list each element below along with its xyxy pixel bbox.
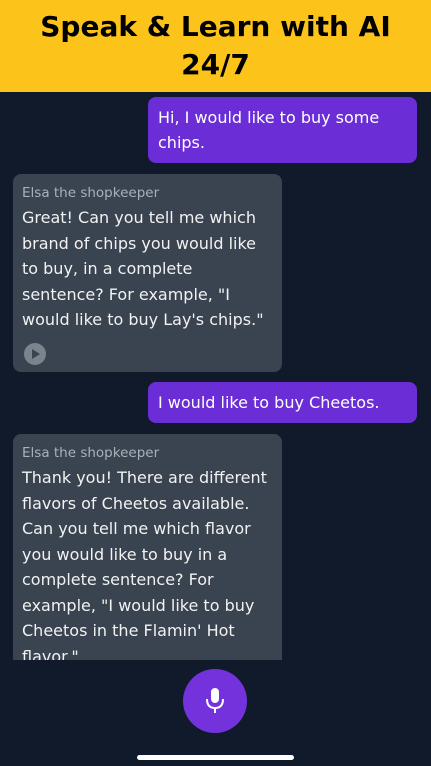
assistant-message-text: Great! Can you tell me which brand of ch… [22,208,264,329]
user-message-text: Hi, I would like to buy some chips. [158,108,380,152]
microphone-icon [206,688,224,713]
app-header: Speak & Learn with AI 24/7 [0,0,431,92]
user-message: I would like to buy Cheetos. [148,382,417,423]
header-title: Speak & Learn with AI 24/7 [40,10,391,81]
microphone-button[interactable] [183,669,247,733]
user-message: Hi, I would like to buy some chips. [148,97,417,163]
assistant-message: Elsa the shopkeeper Great! Can you tell … [13,174,282,372]
home-indicator [137,755,294,760]
user-message-text: I would like to buy Cheetos. [158,393,380,412]
sender-name: Elsa the shopkeeper [22,445,160,461]
assistant-message: Elsa the shopkeeper Thank you! There are… [13,434,282,660]
chat-thread[interactable]: Hi, I would like to buy some chips. Elsa… [0,92,431,660]
assistant-message-text: Thank you! There are different flavors o… [22,468,267,660]
play-icon[interactable] [24,342,46,365]
sender-name: Elsa the shopkeeper [22,185,160,201]
